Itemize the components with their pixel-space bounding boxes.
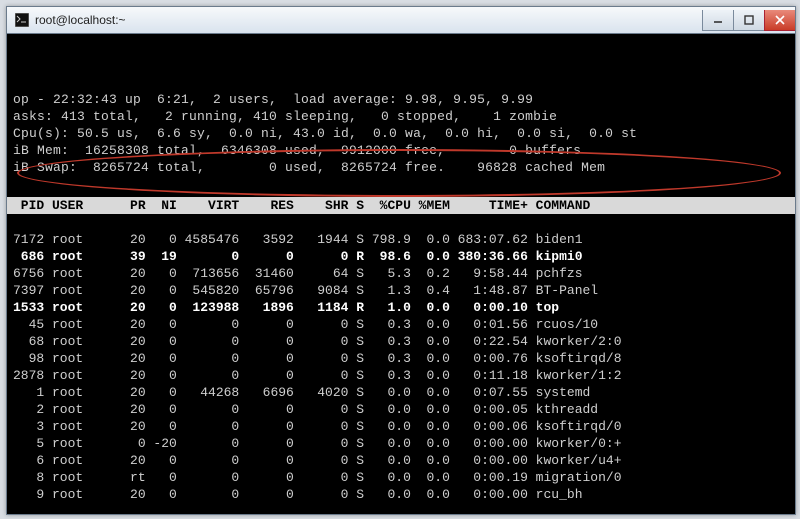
process-row: 2878 root 20 0 0 0 0 S 0.3 0.0 0:11.18 k… [13,367,789,384]
process-row: 5 root 0 -20 0 0 0 S 0.0 0.0 0:00.00 kwo… [13,435,789,452]
window-controls [702,10,795,30]
titlebar: root@localhost:~ [7,7,795,34]
process-row: 7397 root 20 0 545820 65796 9084 S 1.3 0… [13,282,789,299]
minimize-button[interactable] [702,10,733,31]
process-row: 68 root 20 0 0 0 0 S 0.3 0.0 0:22.54 kwo… [13,333,789,350]
process-row: 686 root 39 19 0 0 0 R 98.6 0.0 380:36.6… [13,248,789,265]
titlebar-left: root@localhost:~ [15,13,126,27]
process-row: 1533 root 20 0 123988 1896 1184 R 1.0 0.… [13,299,789,316]
process-row: 45 root 20 0 0 0 0 S 0.3 0.0 0:01.56 rcu… [13,316,789,333]
terminal-body[interactable]: op - 22:32:43 up 6:21, 2 users, load ave… [7,34,795,514]
process-row: 6 root 20 0 0 0 0 S 0.0 0.0 0:00.00 kwor… [13,452,789,469]
process-row: 6756 root 20 0 713656 31460 64 S 5.3 0.2… [13,265,789,282]
process-row: 7172 root 20 0 4585476 3592 1944 S 798.9… [13,231,789,248]
process-row: 8 root rt 0 0 0 0 S 0.0 0.0 0:00.19 migr… [13,469,789,486]
top-summary: op - 22:32:43 up 6:21, 2 users, load ave… [7,74,795,180]
terminal-icon [15,13,29,27]
table-header: PID USER PR NI VIRT RES SHR S %CPU %MEM … [7,197,795,214]
close-button[interactable] [764,10,795,31]
summary-line: op - 22:32:43 up 6:21, 2 users, load ave… [13,92,533,107]
process-row: 9 root 20 0 0 0 0 S 0.0 0.0 0:00.00 rcu_… [13,486,789,503]
summary-line: iB Swap: 8265724 total, 0 used, 8265724 … [13,160,605,175]
window-title: root@localhost:~ [35,13,126,27]
terminal-window: root@localhost:~ op - 22:32:43 up 6:21, … [6,6,796,515]
process-row: 2 root 20 0 0 0 0 S 0.0 0.0 0:00.05 kthr… [13,401,789,418]
summary-line: Cpu(s): 50.5 us, 6.6 sy, 0.0 ni, 43.0 id… [13,126,637,141]
summary-line: asks: 413 total, 2 running, 410 sleeping… [13,109,557,124]
process-row: 1 root 20 0 44268 6696 4020 S 0.0 0.0 0:… [13,384,789,401]
summary-line: iB Mem: 16258308 total, 6346308 used, 99… [13,143,581,158]
process-row: 3 root 20 0 0 0 0 S 0.0 0.0 0:00.06 ksof… [13,418,789,435]
maximize-button[interactable] [733,10,764,31]
process-row: 98 root 20 0 0 0 0 S 0.3 0.0 0:00.76 kso… [13,350,789,367]
process-table: 7172 root 20 0 4585476 3592 1944 S 798.9… [7,231,795,503]
